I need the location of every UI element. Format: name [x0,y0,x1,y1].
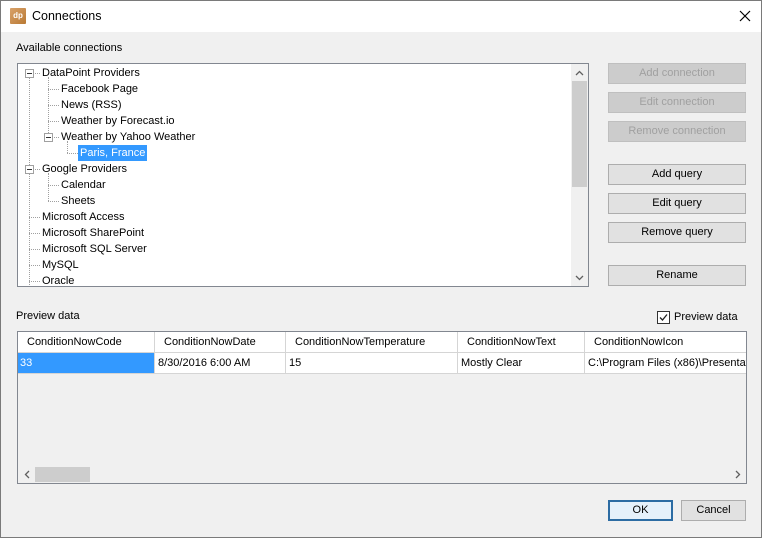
collapse-toggle-icon[interactable] [25,69,34,78]
preview-data-checkbox[interactable] [657,311,670,324]
rename-button[interactable]: Rename [608,265,746,286]
table-cell[interactable]: 8/30/2016 6:00 AM [155,353,286,374]
add-query-button[interactable]: Add query [608,164,746,185]
tree-scroll-thumb[interactable] [572,81,587,187]
cancel-button[interactable]: Cancel [681,500,746,521]
preview-data-checkbox-label[interactable]: Preview data [674,311,738,323]
column-header[interactable]: ConditionNowIcon [585,332,746,353]
tree-guide-line [48,89,59,90]
tree-guide-line [29,249,40,250]
grid-horizontal-scrollbar[interactable] [18,466,746,483]
close-icon [739,10,751,22]
chevron-down-icon [575,275,584,280]
preview-data-grid[interactable]: ConditionNowCode ConditionNowDate Conditio… [17,331,747,484]
tree-guide-line [48,77,49,137]
grid-scroll-thumb[interactable] [35,467,90,482]
tree-guide-line [29,217,40,218]
collapse-toggle-icon[interactable] [25,165,34,174]
add-connection-button[interactable]: Add connection [608,63,746,84]
column-header[interactable]: ConditionNowCode [18,332,155,353]
tree-guide-line [48,185,59,186]
chevron-up-icon [575,70,584,75]
checkmark-icon [659,314,668,321]
tree-guide-line [29,233,40,234]
tree-node[interactable]: Weather by Forecast.io [59,113,177,129]
tree-guide-line [48,201,59,202]
tree-node[interactable]: News (RSS) [59,97,124,113]
tree-guide-line [29,73,30,286]
collapse-toggle-icon[interactable] [44,133,53,142]
table-cell[interactable]: Mostly Clear [458,353,585,374]
remove-query-button[interactable]: Remove query [608,222,746,243]
column-header[interactable]: ConditionNowText [458,332,585,353]
column-header[interactable]: ConditionNowDate [155,332,286,353]
tree-vertical-scrollbar[interactable] [571,64,588,286]
preview-data-label: Preview data [16,310,80,322]
tree-guide-line [48,121,59,122]
chevron-left-icon [24,470,29,479]
edit-connection-button[interactable]: Edit connection [608,92,746,113]
tree-guide-line [67,153,78,154]
connections-tree[interactable]: DataPoint Providers Facebook Page News (RS… [17,63,589,287]
table-cell[interactable]: C:\Program Files (x86)\Presentat [585,353,746,374]
app-logo-icon: dp [10,8,26,24]
tree-guide-line [29,265,40,266]
chevron-right-icon [735,470,740,479]
ok-button[interactable]: OK [608,500,673,521]
tree-node[interactable]: Microsoft Access [40,209,127,225]
grid-header-row: ConditionNowCode ConditionNowDate Conditio… [18,332,746,353]
tree-node[interactable]: Microsoft SharePoint [40,225,146,241]
table-cell[interactable]: 15 [286,353,458,374]
scroll-up-button[interactable] [571,64,588,81]
edit-query-button[interactable]: Edit query [608,193,746,214]
window-title: Connections [32,9,102,23]
tree-node[interactable]: MySQL [40,257,81,273]
tree-node[interactable]: Oracle [40,273,76,286]
tree-guide-line [48,105,59,106]
scroll-left-button[interactable] [18,466,35,483]
scroll-right-button[interactable] [729,466,746,483]
available-connections-label: Available connections [16,42,123,54]
tree-node[interactable]: Sheets [59,193,97,209]
tree-node[interactable]: Google Providers [40,161,129,177]
tree-guide-line [48,173,49,201]
scroll-down-button[interactable] [571,269,588,286]
remove-connection-button[interactable]: Remove connection [608,121,746,142]
close-button[interactable] [729,1,761,31]
tree-node[interactable]: Facebook Page [59,81,140,97]
tree-node[interactable]: Calendar [59,177,108,193]
table-row[interactable]: 33 8/30/2016 6:00 AM 15 Mostly Clear C:\Prog… [18,353,746,374]
tree-node[interactable]: Microsoft SQL Server [40,241,149,257]
tree-node[interactable]: DataPoint Providers [40,65,142,81]
tree-node[interactable]: Weather by Yahoo Weather [59,129,197,145]
column-header[interactable]: ConditionNowTemperature [286,332,458,353]
tree-node[interactable]: Paris, France [78,145,148,161]
table-cell[interactable]: 33 [18,353,155,374]
connections-dialog: dp Connections Available connections Dat… [0,0,762,538]
tree-guide-line [29,281,40,282]
title-bar: dp Connections [1,1,761,32]
